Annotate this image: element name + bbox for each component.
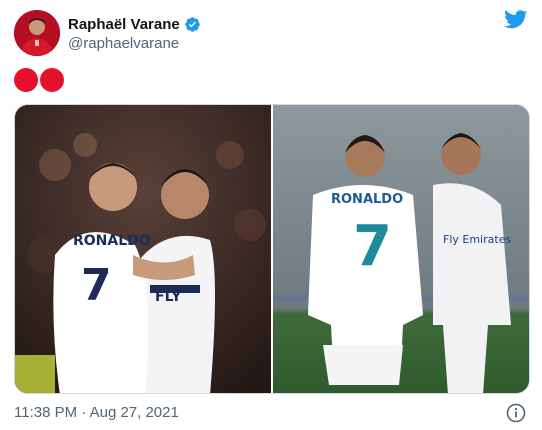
- author-names: Raphaël Varane @raphaelvarane: [68, 14, 201, 52]
- tweet-card: Raphaël Varane @raphaelvarane RONALDO 7 …: [0, 0, 542, 430]
- jersey-name-left: RONALDO: [73, 233, 151, 249]
- tweet-timestamp[interactable]: 11:38 PM · Aug 27, 2021: [14, 404, 179, 421]
- red-circle-emoji-icon: [14, 68, 38, 92]
- jersey-name-right: RONALDO: [331, 192, 403, 207]
- display-name-row: Raphaël Varane: [68, 14, 201, 34]
- tweet-footer: 11:38 PM · Aug 27, 2021: [14, 402, 528, 424]
- author-handle[interactable]: @raphaelvarane: [68, 35, 201, 52]
- jersey-number-left: 7: [81, 260, 112, 311]
- tweet-text: [14, 68, 64, 94]
- info-icon[interactable]: [506, 403, 526, 423]
- tweet-media: RONALDO 7 FLY Fly Emirates RONALDO 7: [14, 104, 530, 394]
- football-players-photo-icon: Fly Emirates RONALDO 7: [273, 105, 529, 393]
- jersey-number-right: 7: [353, 214, 392, 279]
- sponsor-text-left: FLY: [155, 289, 182, 305]
- verified-badge-icon: [184, 16, 200, 32]
- author-display-name[interactable]: Raphaël Varane: [68, 16, 180, 33]
- football-players-photo-icon: RONALDO 7 FLY: [15, 105, 271, 393]
- author-avatar[interactable]: [14, 10, 60, 56]
- photo-right[interactable]: Fly Emirates RONALDO 7: [273, 105, 529, 393]
- tweet-header: Raphaël Varane @raphaelvarane: [14, 10, 528, 56]
- avatar-photo-icon: [14, 10, 60, 56]
- photo-left[interactable]: RONALDO 7 FLY: [15, 105, 271, 393]
- red-circle-emoji-icon: [40, 68, 64, 92]
- twitter-bird-icon[interactable]: [504, 10, 528, 30]
- sponsor-text-right: Fly Emirates: [443, 233, 511, 246]
